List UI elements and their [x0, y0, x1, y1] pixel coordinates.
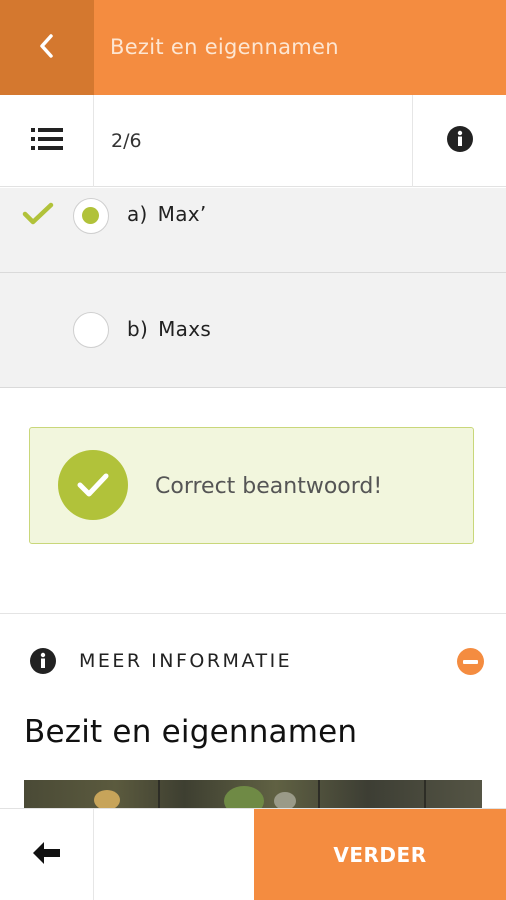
- answer-option-b[interactable]: b) Maxs: [0, 273, 506, 388]
- page-title: Bezit en eigennamen: [110, 35, 339, 59]
- option-text: Max’: [157, 202, 207, 226]
- answer-option-a[interactable]: a) Max’: [0, 188, 506, 273]
- app-bar: Bezit en eigennamen: [0, 0, 506, 95]
- info-icon: [446, 126, 473, 156]
- arrow-left-icon: [32, 842, 61, 868]
- list-icon: [30, 127, 63, 155]
- option-label: a) Max’: [127, 202, 207, 226]
- back-button[interactable]: [0, 0, 94, 95]
- option-letter: a): [127, 202, 148, 226]
- next-button[interactable]: VERDER: [254, 809, 506, 900]
- minus-bar: [463, 659, 478, 664]
- previous-button[interactable]: [0, 809, 94, 900]
- option-label: b) Maxs: [127, 317, 211, 341]
- question-toolbar: 2/6: [0, 95, 506, 187]
- radio-button-b[interactable]: [73, 312, 109, 348]
- feedback-message: Correct beantwoord!: [155, 474, 383, 499]
- chevron-left-icon: [37, 32, 57, 64]
- option-letter: b): [127, 317, 149, 341]
- photo-detail: [94, 790, 120, 810]
- section-title: Bezit en eigennamen: [24, 714, 358, 750]
- feedback-box: Correct beantwoord!: [29, 427, 474, 544]
- minus-circle-icon[interactable]: [457, 648, 484, 675]
- info-button[interactable]: [412, 95, 506, 187]
- info-icon: [30, 648, 56, 678]
- option-text: Maxs: [158, 317, 212, 341]
- question-list-button[interactable]: [0, 95, 94, 187]
- divider: [0, 613, 506, 614]
- radio-selected-dot: [82, 207, 99, 224]
- correct-check-icon: [22, 202, 54, 230]
- check-circle-icon: [58, 450, 128, 520]
- question-progress: 2/6: [111, 130, 142, 152]
- bottom-navigation: VERDER: [0, 808, 506, 900]
- more-info-label: MEER INFORMATIE: [79, 650, 293, 672]
- more-info-header[interactable]: MEER INFORMATIE: [0, 630, 506, 692]
- radio-button-a[interactable]: [73, 198, 109, 234]
